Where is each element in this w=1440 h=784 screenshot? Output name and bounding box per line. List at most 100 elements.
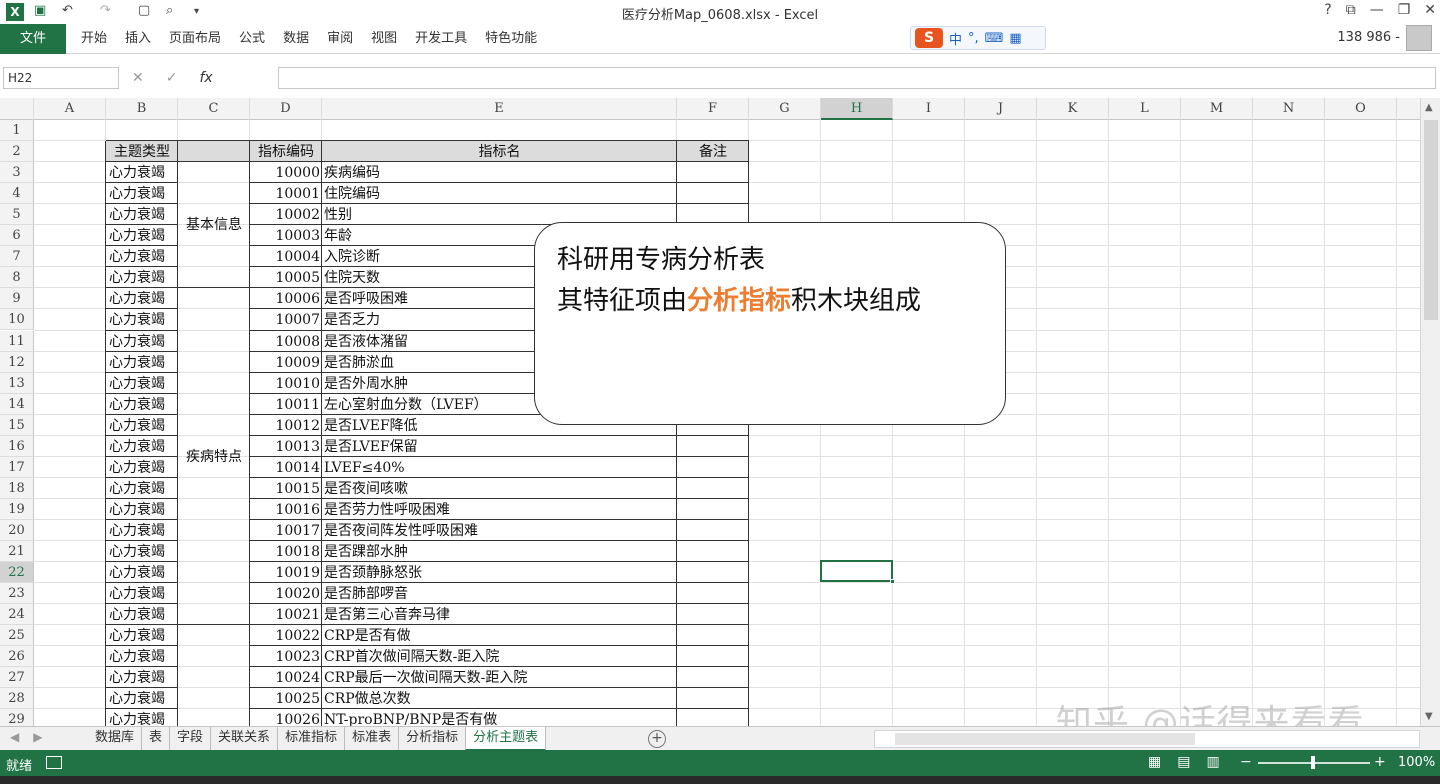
tab-view[interactable]: 视图 — [362, 24, 406, 54]
row-header[interactable]: 12 — [0, 351, 34, 373]
column-header-d[interactable]: D — [250, 98, 322, 120]
avatar[interactable] — [1406, 25, 1432, 51]
spreadsheet-grid[interactable]: ABCDEFGHIJKLMNO 1 2 3 4 5 6 7 8 9 10 11 12 13 14 15 16 1… — [0, 98, 1420, 726]
tab-page-layout[interactable]: 页面布局 — [160, 24, 230, 54]
help-icon[interactable]: ? — [1324, 2, 1331, 18]
close-icon[interactable]: ✕ — [1424, 2, 1436, 18]
horizontal-scrollbar[interactable] — [874, 730, 1420, 748]
row-header[interactable]: 28 — [0, 688, 34, 710]
row-header[interactable]: 9 — [0, 288, 34, 310]
zoom-slider-knob[interactable] — [1311, 756, 1315, 769]
row-header[interactable]: 17 — [0, 456, 34, 478]
scroll-up-icon[interactable]: ▲ — [1425, 102, 1433, 113]
row-header[interactable]: 16 — [0, 435, 34, 457]
column-header-m[interactable]: M — [1181, 98, 1253, 120]
column-header-j[interactable]: J — [965, 98, 1037, 120]
sheet-tab[interactable]: 字段 — [170, 727, 212, 751]
row-header[interactable]: 18 — [0, 477, 34, 499]
page-layout-view-icon[interactable]: ▤ — [1177, 754, 1190, 770]
zoom-out-icon[interactable]: − — [1240, 754, 1252, 770]
tab-formulas[interactable]: 公式 — [230, 24, 274, 54]
column-header-c[interactable]: C — [178, 98, 250, 120]
zoom-level[interactable]: 100% — [1398, 755, 1435, 770]
row-header[interactable]: 22 — [0, 562, 34, 584]
row-header[interactable]: 5 — [0, 204, 34, 226]
row-header[interactable]: 1 — [0, 120, 34, 142]
zoom-in-icon[interactable]: + — [1374, 754, 1386, 770]
ribbon-display-icon[interactable]: ⧉ — [1346, 2, 1356, 18]
sogou-logo-icon[interactable]: S — [915, 28, 943, 48]
row-header[interactable]: 19 — [0, 498, 34, 520]
row-header[interactable]: 7 — [0, 246, 34, 268]
tab-file[interactable]: 文件 — [0, 24, 66, 54]
normal-view-icon[interactable]: ▦ — [1148, 754, 1161, 770]
cancel-icon[interactable]: ✕ — [132, 67, 144, 89]
tab-data[interactable]: 数据 — [274, 24, 318, 54]
row-header[interactable]: 4 — [0, 183, 34, 205]
selected-cell[interactable] — [820, 560, 895, 584]
ime-toolbar[interactable]: S 中 °, ⌨ ▦ — [910, 26, 1046, 50]
row-header[interactable]: 24 — [0, 604, 34, 626]
column-header-n[interactable]: N — [1253, 98, 1325, 120]
row-header[interactable]: 20 — [0, 519, 34, 541]
hscroll-thumb[interactable] — [895, 733, 1195, 745]
column-header-l[interactable]: L — [1109, 98, 1181, 120]
macro-record-icon[interactable] — [46, 756, 62, 769]
sheet-tab[interactable]: 表 — [142, 727, 171, 751]
restore-icon[interactable]: ❐ — [1398, 2, 1411, 18]
scroll-thumb[interactable] — [1424, 120, 1438, 320]
formula-input[interactable] — [278, 67, 1436, 89]
insert-function-icon[interactable]: fx — [199, 67, 212, 89]
row-header[interactable]: 8 — [0, 267, 34, 289]
row-header[interactable]: 25 — [0, 625, 34, 647]
keyboard-icon[interactable]: ⌨ — [985, 31, 1004, 46]
row-header[interactable]: 13 — [0, 372, 34, 394]
row-header[interactable]: 2 — [0, 141, 34, 163]
select-all-corner[interactable] — [0, 98, 34, 120]
sheet-tab[interactable]: 分析指标 — [399, 727, 467, 751]
ime-grid-icon[interactable]: ▦ — [1009, 31, 1021, 46]
column-header-e[interactable]: E — [322, 98, 677, 120]
tab-developer[interactable]: 开发工具 — [406, 24, 476, 54]
column-header-b[interactable]: B — [106, 98, 178, 120]
ime-punct-icon[interactable]: °, — [968, 31, 979, 46]
user-account-label[interactable]: 138 986 - — [1337, 30, 1400, 45]
sheet-tab[interactable]: 数据库 — [88, 727, 143, 751]
row-header[interactable]: 11 — [0, 330, 34, 352]
tab-review[interactable]: 审阅 — [318, 24, 362, 54]
row-header[interactable]: 21 — [0, 541, 34, 563]
row-header[interactable]: 3 — [0, 162, 34, 184]
fill-handle[interactable] — [890, 579, 895, 584]
row-header[interactable]: 15 — [0, 414, 34, 436]
column-header-i[interactable]: I — [893, 98, 965, 120]
prev-sheet-icon[interactable]: ◀ — [10, 730, 19, 744]
row-header[interactable]: 27 — [0, 667, 34, 689]
sheet-tab[interactable]: 标准指标 — [278, 727, 346, 751]
row-header[interactable]: 29 — [0, 709, 34, 726]
column-header-f[interactable]: F — [677, 98, 749, 120]
vertical-scrollbar[interactable]: ▲ ▼ — [1420, 98, 1440, 726]
page-break-view-icon[interactable]: ▥ — [1206, 754, 1219, 770]
column-header-a[interactable]: A — [34, 98, 106, 120]
confirm-icon[interactable]: ✓ — [166, 67, 178, 89]
row-header[interactable]: 26 — [0, 646, 34, 668]
next-sheet-icon[interactable]: ▶ — [33, 730, 42, 744]
row-header[interactable]: 6 — [0, 225, 34, 247]
row-header[interactable]: 14 — [0, 393, 34, 415]
ime-lang[interactable]: 中 — [949, 29, 962, 48]
row-header[interactable]: 23 — [0, 583, 34, 605]
tab-special-features[interactable]: 特色功能 — [476, 24, 546, 54]
tab-insert[interactable]: 插入 — [116, 24, 160, 54]
tab-home[interactable]: 开始 — [72, 24, 116, 54]
sheet-tab[interactable]: 关联关系 — [211, 727, 279, 751]
column-header-h[interactable]: H — [821, 98, 893, 120]
column-header-k[interactable]: K — [1037, 98, 1109, 120]
sheet-tab[interactable]: 标准表 — [345, 727, 400, 751]
name-box[interactable]: H22 — [3, 67, 119, 89]
sheet-tab[interactable]: 分析主题表 — [466, 727, 547, 751]
column-header-g[interactable]: G — [749, 98, 821, 120]
add-sheet-icon[interactable]: + — [648, 730, 666, 748]
row-header[interactable]: 10 — [0, 309, 34, 331]
minimize-icon[interactable]: — — [1370, 2, 1384, 18]
scroll-down-icon[interactable]: ▼ — [1425, 711, 1433, 722]
